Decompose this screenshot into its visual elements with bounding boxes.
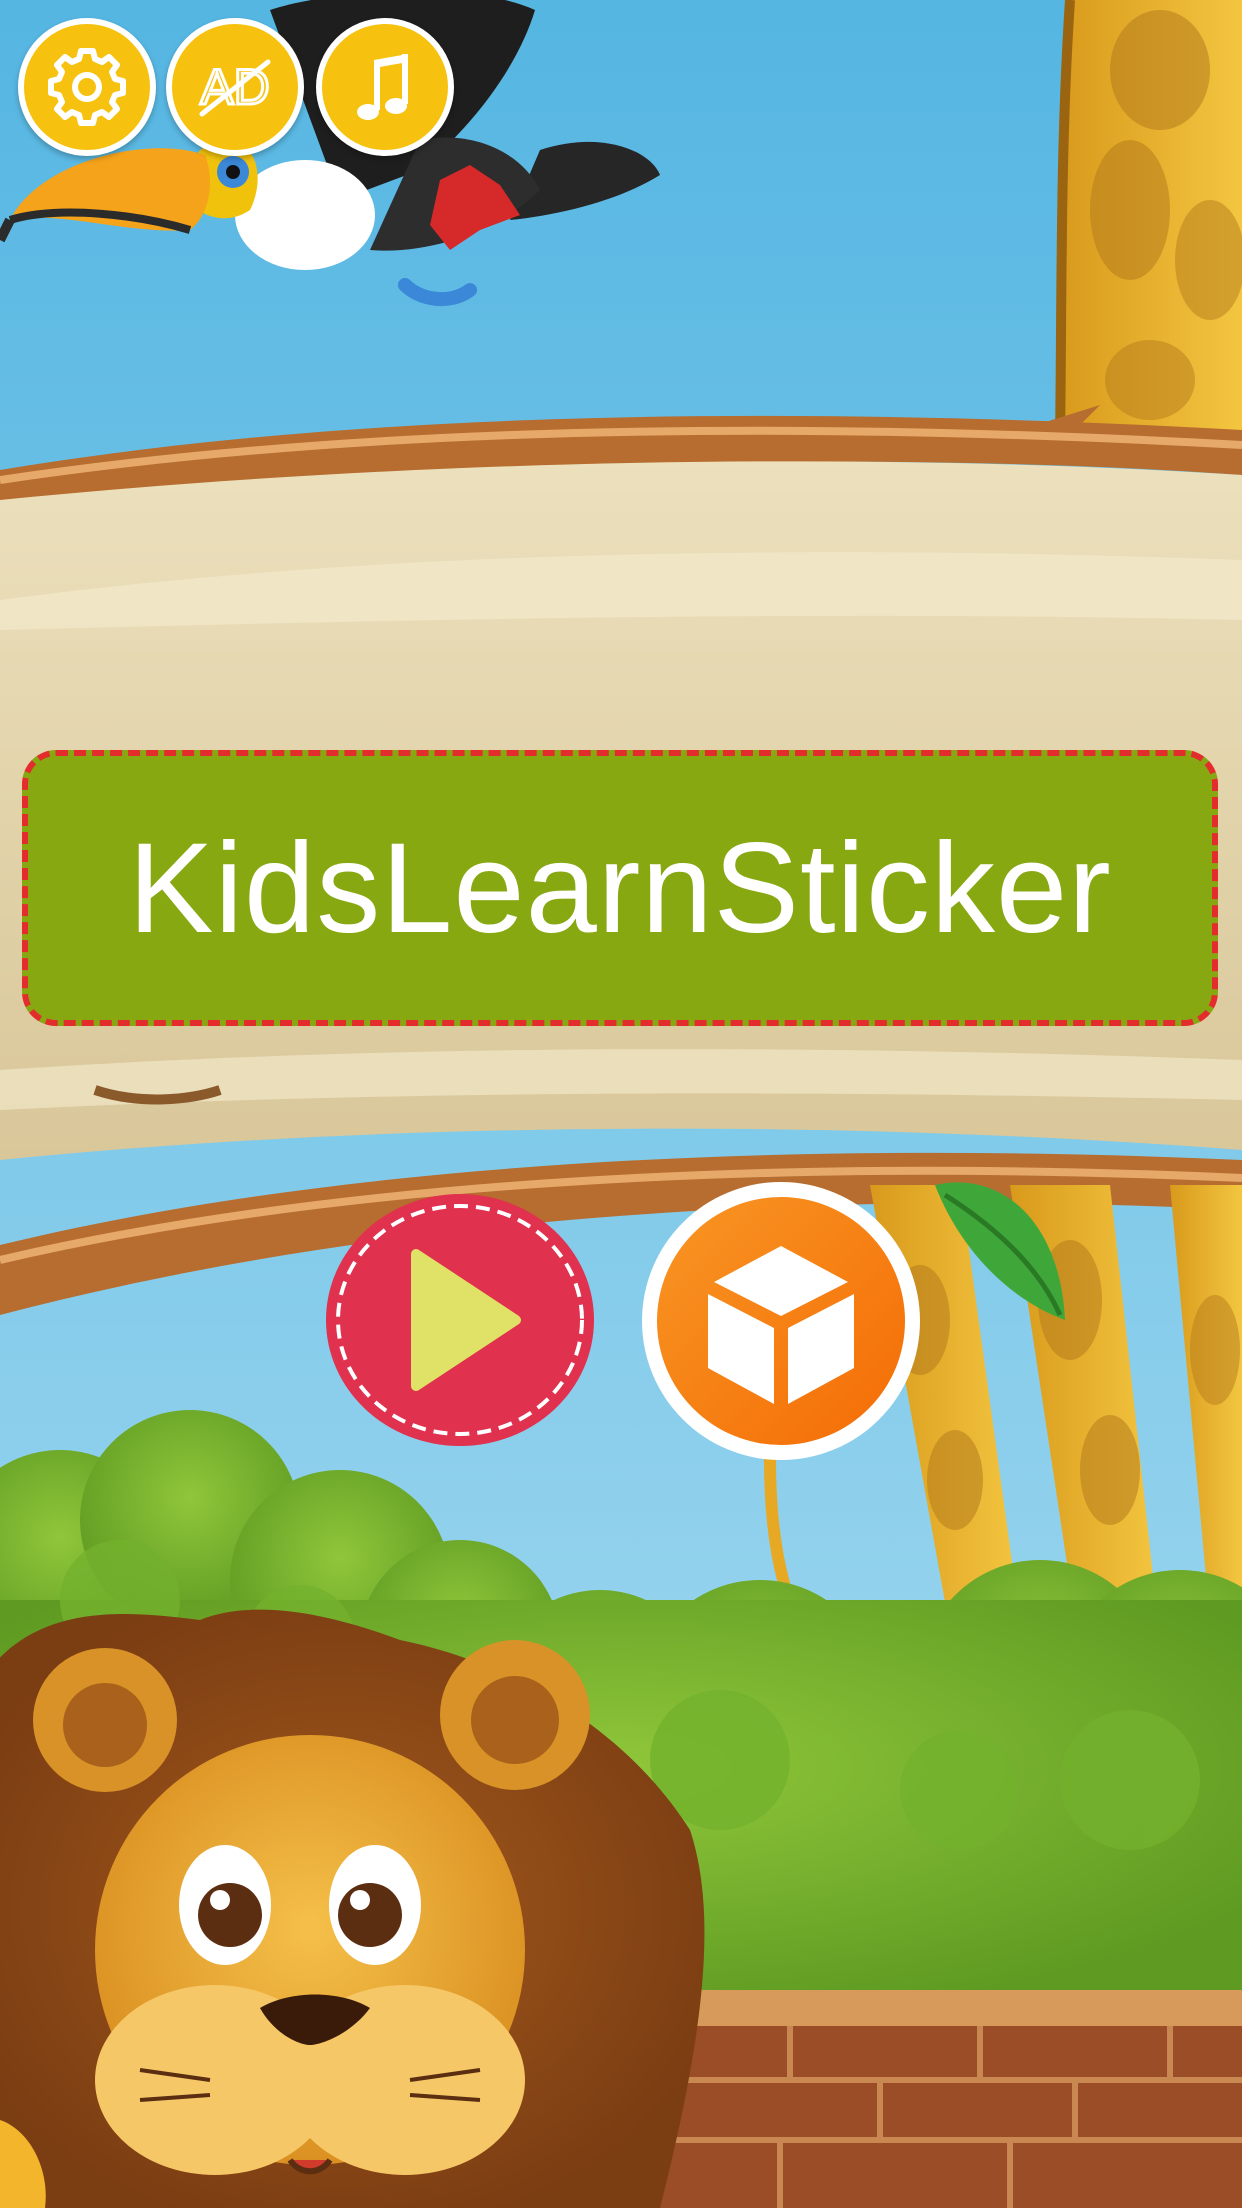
title-banner: KidsLearnSticker	[22, 750, 1218, 1026]
gear-icon	[48, 48, 126, 126]
settings-button[interactable]	[18, 18, 156, 156]
app-title: KidsLearnSticker	[128, 816, 1112, 960]
music-toggle-button[interactable]	[316, 18, 454, 156]
sticker-box-button[interactable]	[642, 1182, 920, 1460]
remove-ads-button[interactable]: AD	[166, 18, 304, 156]
zoo-background	[0, 0, 1242, 2208]
no-ads-icon: AD	[199, 58, 271, 117]
music-note-icon	[357, 54, 408, 120]
play-button[interactable]	[326, 1194, 594, 1446]
main-menu-screen: AD KidsLearnSticker	[0, 0, 1242, 2208]
